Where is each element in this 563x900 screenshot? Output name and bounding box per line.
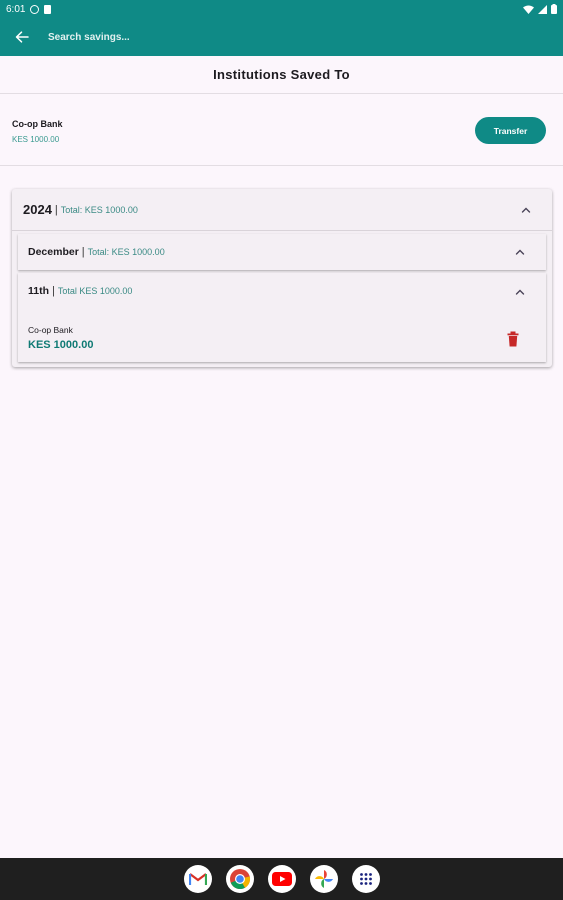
month-separator: | (81, 246, 85, 258)
chevron-up-icon[interactable] (514, 248, 526, 256)
sim-card-icon (44, 4, 52, 14)
institution-amount: KES 1000.00 (12, 135, 60, 144)
chevron-up-icon[interactable] (520, 206, 532, 214)
month-total: Total: KES 1000.00 (87, 247, 165, 257)
chevron-up-icon[interactable] (514, 288, 526, 296)
day-group-header[interactable]: 11th | Total KES 1000.00 (28, 285, 132, 297)
month-label: December (28, 246, 79, 258)
app-bar (0, 18, 563, 56)
battery-icon (551, 4, 557, 14)
day-total: Total KES 1000.00 (57, 286, 133, 296)
page-title: Institutions Saved To (0, 56, 563, 94)
status-time: 6:01 (6, 3, 26, 15)
year-separator: | (54, 203, 58, 216)
chrome-icon[interactable] (225, 865, 254, 893)
day-label: 11th (28, 285, 50, 297)
day-group-card: 11th | Total KES 1000.00 Co-op Bank KES … (18, 273, 546, 362)
youtube-icon[interactable] (267, 865, 296, 893)
gmail-icon[interactable] (183, 865, 212, 893)
entry-institution-name: Co-op Bank (28, 325, 73, 335)
arrow-left-icon (15, 31, 29, 43)
institution-row: Co-op Bank KES 1000.00 Transfer (0, 95, 563, 166)
day-separator: | (52, 285, 55, 297)
search-input[interactable] (48, 31, 348, 43)
year-group-card: 2024 | Total: KES 1000.00 December | Tot… (12, 189, 552, 367)
app-drawer-icon[interactable] (351, 865, 380, 893)
at-sign-icon (30, 4, 40, 14)
photos-icon[interactable] (309, 865, 338, 893)
year-total: Total: KES 1000.00 (60, 204, 138, 215)
delete-icon[interactable] (506, 331, 520, 347)
entry-amount: KES 1000.00 (28, 339, 94, 351)
signal-icon (538, 4, 547, 14)
transfer-button[interactable]: Transfer (475, 117, 546, 144)
year-group-header[interactable]: 2024 | Total: KES 1000.00 (12, 189, 552, 231)
month-group-header[interactable]: December | Total: KES 1000.00 (18, 234, 546, 270)
status-bar: 6:01 (0, 0, 563, 18)
back-button[interactable] (12, 27, 32, 47)
navigation-bar (0, 858, 563, 900)
wifi-icon (523, 5, 534, 14)
year-label: 2024 (23, 202, 52, 217)
institution-name: Co-op Bank (12, 119, 63, 129)
